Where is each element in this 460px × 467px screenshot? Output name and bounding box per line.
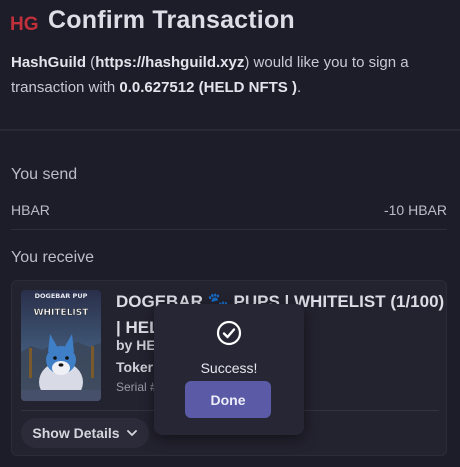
you-send-label: You send	[11, 166, 78, 183]
send-asset: HBAR	[11, 202, 50, 218]
chevron-down-icon	[126, 430, 137, 436]
divider	[11, 229, 447, 230]
divider	[0, 129, 460, 131]
header: HG Confirm Transaction HashGuild (https:…	[0, 0, 460, 130]
check-circle-icon	[216, 320, 242, 346]
send-row: HBAR -10 HBAR	[11, 199, 447, 221]
you-receive-label: You receive	[11, 249, 95, 266]
app-name: HashGuild	[11, 54, 87, 71]
nft-serial: Serial #	[116, 380, 157, 394]
page-title: Confirm Transaction	[48, 6, 295, 34]
success-message: Success!	[200, 360, 258, 376]
nft-token-id: Toker	[116, 359, 154, 375]
account-label: (HELD NFTS )	[198, 79, 297, 96]
nft-creator: by HE	[116, 337, 156, 353]
svg-text:WHITELIST: WHITELIST	[34, 308, 90, 318]
svg-text:HG: HG	[10, 14, 39, 33]
transaction-description: HashGuild (https://hashguild.xyz) would …	[11, 54, 409, 96]
account-id: 0.0.627512	[119, 79, 195, 96]
app-url[interactable]: https://hashguild.xyz	[95, 54, 244, 71]
svg-text:DOGEBAR PUP: DOGEBAR PUP	[35, 292, 88, 300]
done-button[interactable]: Done	[185, 381, 271, 418]
hashguild-logo: HG	[10, 14, 39, 33]
send-amount: -10 HBAR	[383, 202, 447, 218]
nft-image: DOGEBAR PUP WHITELIST	[21, 290, 101, 401]
success-modal: Success! Done	[154, 304, 304, 435]
show-details-button[interactable]: Show Details	[21, 418, 149, 448]
